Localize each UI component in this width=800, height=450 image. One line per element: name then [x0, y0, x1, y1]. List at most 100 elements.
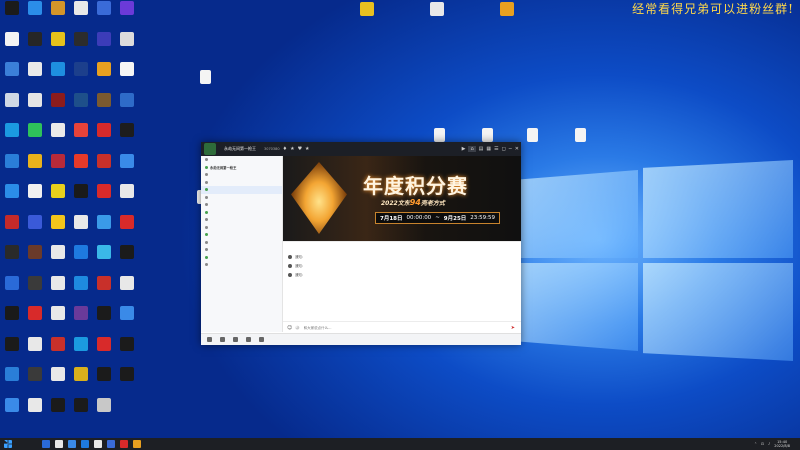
desktop-icon[interactable]: [69, 184, 93, 214]
desktop-icon[interactable]: [23, 367, 47, 397]
left-panel-item[interactable]: [201, 246, 282, 254]
desktop-icon[interactable]: [69, 123, 93, 153]
desktop-icon[interactable]: [69, 336, 93, 367]
desktop-icon[interactable]: [46, 306, 70, 336]
desktop-icon[interactable]: [0, 336, 24, 367]
send-icon[interactable]: ➤: [511, 325, 515, 331]
desktop-icon[interactable]: [115, 275, 139, 306]
toolbar-item[interactable]: [259, 337, 266, 342]
title-badge-icon[interactable]: ★: [290, 146, 294, 152]
desktop-icon[interactable]: [69, 214, 93, 245]
desktop-icon[interactable]: [23, 275, 47, 306]
network-icon[interactable]: ⊡: [761, 442, 764, 446]
desktop-icon[interactable]: [0, 367, 24, 397]
desktop-icon[interactable]: [115, 336, 139, 367]
desktop-icon[interactable]: [23, 245, 47, 275]
desktop-icon[interactable]: [46, 336, 70, 367]
desktop-icon[interactable]: [23, 184, 47, 214]
desktop-icon[interactable]: [115, 1, 139, 31]
desktop-icon[interactable]: [23, 336, 47, 367]
desktop-icon[interactable]: [46, 123, 70, 153]
desktop-icon[interactable]: [425, 2, 449, 32]
desktop-icon[interactable]: [0, 275, 24, 306]
left-panel-item[interactable]: [201, 239, 282, 247]
list-icon[interactable]: ▤: [479, 146, 484, 152]
desktop-icon[interactable]: [46, 92, 70, 123]
desktop-icon[interactable]: [92, 62, 116, 92]
emoji-icon[interactable]: ☺: [287, 325, 292, 331]
desktop-icon[interactable]: [46, 31, 70, 62]
desktop-icon[interactable]: [0, 245, 24, 275]
close-icon[interactable]: ✕: [515, 146, 519, 152]
left-panel-item[interactable]: [201, 171, 282, 179]
desktop-icon[interactable]: [46, 397, 70, 428]
desktop-icon[interactable]: [0, 123, 24, 153]
left-panel-item[interactable]: [201, 254, 282, 262]
desktop-icon[interactable]: [23, 214, 47, 245]
play-icon[interactable]: ▶: [462, 146, 466, 152]
taskbar-app-icon[interactable]: [42, 440, 50, 448]
desktop-icon[interactable]: [46, 214, 70, 245]
desktop-icon[interactable]: [46, 184, 70, 214]
chat-input[interactable]: [303, 323, 454, 332]
desktop-icon[interactable]: [46, 62, 70, 92]
grid-icon[interactable]: ▦: [486, 146, 491, 152]
desktop-icon[interactable]: [115, 92, 139, 123]
desktop-icon[interactable]: [23, 62, 47, 92]
desktop-icon[interactable]: [23, 153, 47, 184]
desktop-icon[interactable]: [0, 1, 24, 31]
desktop-icon[interactable]: [92, 184, 116, 214]
desktop-file-icon[interactable]: [568, 128, 592, 158]
desktop-icon[interactable]: [0, 62, 24, 92]
desktop-icon[interactable]: [115, 306, 139, 336]
desktop-icon[interactable]: [23, 123, 47, 153]
desktop-icon[interactable]: [115, 245, 139, 275]
desktop-icon[interactable]: [355, 2, 379, 32]
desktop-icon[interactable]: [46, 153, 70, 184]
desktop-icon[interactable]: [46, 275, 70, 306]
toolbar-item[interactable]: [220, 337, 227, 342]
desktop-icon[interactable]: [115, 367, 139, 397]
desktop-icon[interactable]: [69, 245, 93, 275]
left-panel-item[interactable]: [201, 209, 282, 217]
taskbar-app-icon[interactable]: [107, 440, 115, 448]
desktop-file-icon[interactable]: [193, 70, 217, 100]
left-panel-item[interactable]: [201, 194, 282, 202]
desktop-icon[interactable]: [23, 31, 47, 62]
minimize-icon[interactable]: ─: [509, 146, 512, 152]
home-icon[interactable]: ⌂: [468, 146, 476, 152]
volume-icon[interactable]: ♪: [768, 442, 770, 446]
desktop-icon[interactable]: [0, 31, 24, 62]
desktop-icon[interactable]: [23, 306, 47, 336]
clock[interactable]: 15:40 2022/8/8: [774, 440, 790, 448]
menu-icon[interactable]: ☰: [494, 146, 498, 152]
desktop-icon[interactable]: [46, 1, 70, 31]
desktop-icon[interactable]: [69, 153, 93, 184]
app-titlebar[interactable]: 永劫无间第一枪王 3070380 ♦ ★ ♥ ★ ▶ ⌂ ▤ ▦ ☰ ◻ ─ ✕: [201, 142, 521, 156]
desktop-icon[interactable]: [115, 123, 139, 153]
desktop-icon[interactable]: [92, 153, 116, 184]
desktop-icon[interactable]: [92, 397, 116, 428]
desktop-icon[interactable]: [23, 1, 47, 31]
restore-icon[interactable]: ◻: [502, 146, 506, 152]
left-panel-item[interactable]: [201, 186, 282, 194]
left-panel-item[interactable]: [201, 179, 282, 187]
desktop-icon[interactable]: [92, 1, 116, 31]
title-badge-icon[interactable]: ♥: [298, 146, 302, 152]
desktop-icon[interactable]: [46, 367, 70, 397]
desktop-file-icon[interactable]: [520, 128, 544, 158]
desktop-icon[interactable]: [92, 245, 116, 275]
left-panel-item[interactable]: [201, 231, 282, 239]
taskbar-app-icon[interactable]: [94, 440, 102, 448]
desktop-icon[interactable]: [69, 367, 93, 397]
left-panel-item[interactable]: [201, 224, 282, 232]
desktop-icon[interactable]: [23, 92, 47, 123]
toolbar-item[interactable]: [207, 337, 214, 342]
desktop-icon[interactable]: [92, 31, 116, 62]
toolbar-item[interactable]: [246, 337, 253, 342]
desktop-icon[interactable]: [115, 184, 139, 214]
toolbar-item[interactable]: [233, 337, 240, 342]
desktop-icon[interactable]: [0, 306, 24, 336]
desktop-icon[interactable]: [92, 92, 116, 123]
left-panel-item[interactable]: [201, 216, 282, 224]
